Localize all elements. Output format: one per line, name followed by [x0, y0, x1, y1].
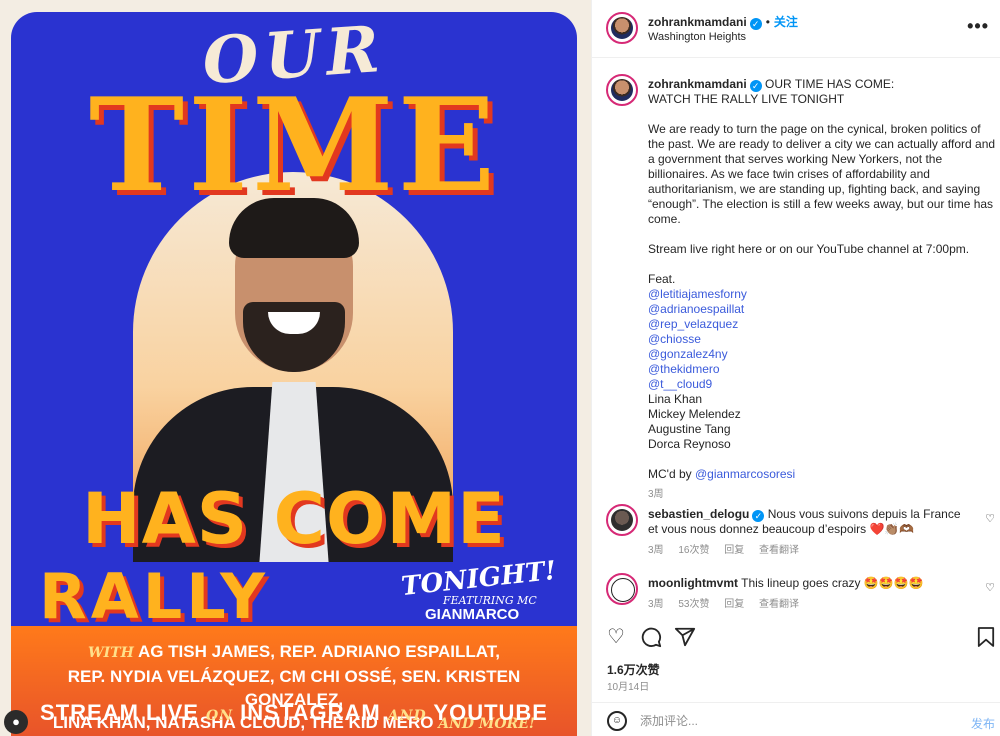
like-count[interactable]: 1.6万次赞 — [607, 661, 660, 678]
comment-likes[interactable]: 16次赞 — [678, 545, 709, 556]
author-name-line: zohrankmamdani ✓ • 关注 — [648, 13, 798, 30]
more-icon[interactable]: ••• — [967, 16, 989, 37]
comment-meta: 3周 53次赞 回复 查看翻译 — [648, 597, 968, 612]
poster-time: TIME — [88, 71, 500, 221]
commenter-avatar[interactable] — [606, 504, 638, 536]
heart-icon[interactable]: ♡ — [607, 626, 625, 648]
commenter-avatar[interactable] — [606, 573, 638, 605]
comment-body: sebastien_delogu ✓ Nous vous suivons depu… — [648, 507, 968, 558]
mc-mention-link[interactable]: @gianmarcosoresi — [695, 467, 795, 481]
commenter-username[interactable]: moonlightmvmt — [648, 576, 738, 590]
caption-name: Mickey Melendez — [648, 407, 741, 421]
caption-name: Lina Khan — [648, 392, 703, 406]
separator-dot: • — [765, 15, 770, 29]
rally-poster: OUR TIME HAS COME RALLY TONIGHT! FEATURI… — [11, 12, 577, 736]
mention-link[interactable]: @thekidmero — [648, 362, 998, 377]
mention-link[interactable]: @chiosse — [648, 332, 998, 347]
mention-link[interactable]: @adrianoespaillat — [648, 302, 998, 317]
comment-time[interactable]: 3周 — [648, 599, 664, 610]
caption-feat: Feat. — [648, 272, 676, 286]
author-avatar[interactable] — [606, 12, 638, 44]
caption-paragraph-1: We are ready to turn the page on the cyn… — [648, 122, 996, 226]
comment-input[interactable] — [640, 712, 940, 730]
comment-like-heart-icon[interactable]: ♡ — [985, 581, 995, 594]
verified-icon: ✓ — [749, 18, 762, 30]
comment-time[interactable]: 3周 — [648, 545, 664, 556]
user-tag-icon[interactable]: ● — [4, 710, 28, 734]
poster-stream-on: ON — [206, 708, 234, 724]
post-actions: ♡ — [592, 622, 1000, 652]
caption-name: Dorca Reynoso — [648, 437, 731, 451]
post-comment-button[interactable]: 发布 — [971, 715, 995, 732]
poster-lineup-1: AG TISH JAMES, REP. ADRIANO ESPAILLAT, — [137, 642, 501, 661]
caption-timestamp[interactable]: 3周 — [648, 487, 998, 502]
follow-button[interactable]: 关注 — [774, 15, 798, 29]
caption-name: Augustine Tang — [648, 422, 731, 436]
post-date[interactable]: 10月14日 — [607, 678, 649, 693]
commenter-username[interactable]: sebastien_delogu — [648, 507, 749, 521]
poster-stream-and: AND — [387, 708, 427, 724]
poster-stream: STREAM LIVE ON INSTAGRAM AND YOUTUBE — [11, 700, 577, 726]
comment-body: moonlightmvmt This lineup goes crazy 🤩🤩🤩… — [648, 576, 968, 612]
emoji-icon[interactable]: ☺ — [607, 711, 627, 731]
verified-icon: ✓ — [749, 80, 762, 92]
post-location[interactable]: Washington Heights — [648, 31, 746, 43]
comment-meta: 3周 16次赞 回复 查看翻译 — [648, 543, 968, 558]
comment-icon[interactable] — [640, 626, 662, 653]
comment-reply-button[interactable]: 回复 — [724, 545, 744, 556]
post-header: zohrankmamdani ✓ • 关注 Washington Heights ••… — [592, 0, 1000, 58]
mention-link[interactable]: @gonzalez4ny — [648, 347, 998, 362]
caption-title-1: OUR TIME HAS COME: — [765, 77, 895, 91]
poster-rally: RALLY — [39, 560, 269, 633]
comment-reply-button[interactable]: 回复 — [724, 599, 744, 610]
caption-mcd-by: MC'd by — [648, 467, 692, 481]
caption-body: zohrankmamdani ✓ OUR TIME HAS COME: WATCH… — [648, 77, 998, 502]
mention-link[interactable]: @letitiajamesforny — [648, 287, 998, 302]
comment-text: This lineup goes crazy 🤩🤩🤩🤩 — [741, 576, 924, 590]
poster-has-come: HAS COME — [82, 478, 506, 560]
author-username[interactable]: zohrankmamdani — [648, 15, 747, 29]
verified-icon: ✓ — [752, 510, 765, 522]
caption-paragraph-2: Stream live right here or on our YouTube… — [648, 242, 970, 256]
bookmark-icon[interactable] — [977, 626, 995, 653]
poster-stream-2: INSTAGRAM — [240, 700, 381, 725]
caption-title-2: WATCH THE RALLY LIVE TONIGHT — [648, 92, 845, 106]
comment-composer: ☺ 发布 — [592, 702, 1000, 736]
mention-link[interactable]: @t__cloud9 — [648, 377, 998, 392]
comment-translate-button[interactable]: 查看翻译 — [759, 599, 799, 610]
poster-rally-row: RALLY TONIGHT! FEATURING MC GIANMARCO SO… — [39, 556, 559, 640]
poster-stream-1: STREAM LIVE — [40, 700, 199, 725]
mention-link[interactable]: @rep_velazquez — [648, 317, 998, 332]
caption-username[interactable]: zohrankmamdani — [648, 77, 747, 91]
share-icon[interactable] — [674, 626, 696, 653]
comment-translate-button[interactable]: 查看翻译 — [759, 545, 799, 556]
caption-avatar[interactable] — [606, 74, 638, 106]
post-media[interactable]: OUR TIME HAS COME RALLY TONIGHT! FEATURI… — [0, 0, 591, 736]
poster-stream-3: YOUTUBE — [433, 700, 548, 725]
comment-likes[interactable]: 53次赞 — [678, 599, 709, 610]
poster-with: WITH — [87, 645, 134, 661]
post-side-panel: zohrankmamdani ✓ • 关注 Washington Heights ••… — [591, 0, 1000, 736]
comment-like-heart-icon[interactable]: ♡ — [985, 512, 995, 525]
